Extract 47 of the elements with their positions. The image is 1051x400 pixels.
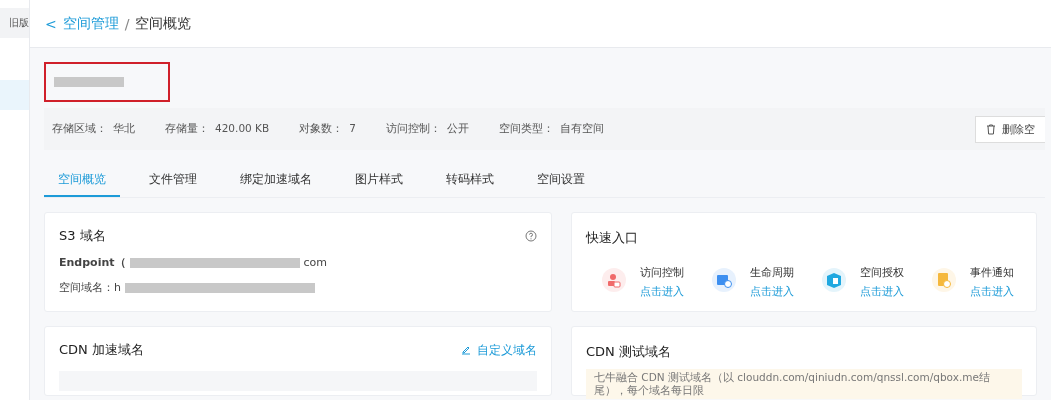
custom-domain-link[interactable]: 自定义域名 bbox=[461, 342, 537, 358]
info-label: 存储区域： bbox=[52, 122, 107, 134]
document-icon[interactable] bbox=[932, 268, 956, 292]
tab[interactable]: 转码样式 bbox=[432, 164, 508, 197]
breadcrumb-separator: / bbox=[124, 15, 130, 32]
card-title: S3 域名 bbox=[59, 227, 106, 245]
tab[interactable]: 空间设置 bbox=[523, 164, 599, 197]
quick-entry-label: 生命周期 bbox=[750, 266, 794, 279]
tab[interactable]: 绑定加速域名 bbox=[226, 164, 326, 197]
trash-icon bbox=[986, 124, 996, 135]
card-title: CDN 加速域名 bbox=[59, 341, 144, 359]
delete-button[interactable]: 删除空 bbox=[975, 116, 1045, 143]
back-link[interactable]: < bbox=[45, 15, 57, 32]
info-label: 对象数： bbox=[299, 122, 344, 134]
redacted-bucket-name bbox=[54, 77, 124, 87]
info-label: 空间类型： bbox=[498, 122, 554, 134]
enter-link[interactable]: 点击进入 bbox=[970, 284, 1014, 299]
field-value: com bbox=[303, 256, 327, 269]
sidebar-item[interactable]: 旧版 bbox=[0, 8, 29, 38]
pencil-icon bbox=[461, 345, 471, 355]
tab[interactable]: 空间概览 bbox=[44, 164, 120, 197]
field-label: 空间域名：h bbox=[59, 280, 121, 295]
quick-entry-label: 空间授权 bbox=[860, 266, 904, 279]
info-label: 存储量： bbox=[165, 122, 209, 134]
calendar-icon[interactable] bbox=[712, 268, 736, 292]
tab[interactable]: 文件管理 bbox=[135, 164, 211, 197]
info-value: 公开 bbox=[446, 122, 469, 134]
enter-link[interactable]: 点击进入 bbox=[860, 284, 904, 299]
breadcrumb-current: 空间概览 bbox=[135, 14, 192, 33]
field-label: Endpoint（ bbox=[59, 255, 126, 270]
info-value: 420.00 KB bbox=[215, 122, 270, 134]
info-label: 访问控制： bbox=[385, 122, 441, 134]
info-value: 自有空间 bbox=[559, 122, 604, 134]
enter-link[interactable]: 点击进入 bbox=[750, 284, 794, 299]
info-value: 华北 bbox=[113, 122, 135, 134]
quick-entry-label: 事件通知 bbox=[970, 266, 1014, 279]
breadcrumb-link[interactable]: 空间管理 bbox=[62, 14, 119, 33]
tab[interactable]: 图片样式 bbox=[341, 164, 417, 197]
user-lock-icon[interactable] bbox=[602, 268, 626, 292]
enter-link[interactable]: 点击进入 bbox=[640, 284, 684, 299]
cube-icon[interactable] bbox=[822, 268, 846, 292]
notice-text: 七牛融合 CDN 测试域名（以 clouddn.com/qiniudn.com/qnssl.com/qbox.me结尾），每个域名每日限 bbox=[586, 369, 1022, 399]
card-title: CDN 测试域名 bbox=[586, 344, 671, 359]
quick-entry-label: 访问控制 bbox=[640, 266, 684, 279]
help-icon[interactable] bbox=[525, 230, 537, 242]
card-title: 快速入口 bbox=[586, 230, 638, 245]
info-value: 7 bbox=[349, 122, 356, 134]
